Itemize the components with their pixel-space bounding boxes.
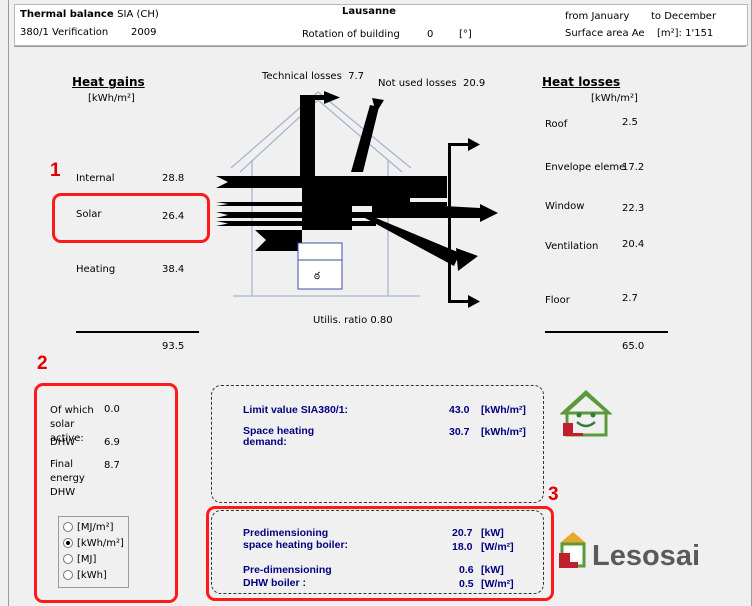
dhw-boiler-label-1: Pre-dimensioning [243,564,332,576]
limit-value: 43.0 [449,404,470,416]
radio-button[interactable] [63,570,73,580]
radio-button[interactable] [63,522,73,532]
radio-unit-kwh-m2[interactable]: [kWh/m²] [63,538,124,549]
radio-button[interactable] [63,554,73,564]
boiler-wm2-unit: [W/m²] [481,541,514,553]
boiler-kw-unit: [kW] [481,527,504,539]
radio-unit-mj-m2[interactable]: [MJ/m²] [63,522,114,533]
house-rating-icon [560,389,612,437]
boiler-wm2-value: 18.0 [452,541,473,553]
annotation-box-1 [52,193,210,243]
radio-unit-kwh[interactable]: [kWh] [63,570,107,581]
limit-unit: [kWh/m²] [481,404,526,416]
limit-label: Limit value SIA380/1: [243,404,349,416]
final-energy-label: Final energy DHW [50,459,85,498]
demand-unit: [kWh/m²] [481,426,526,438]
radio-button-selected[interactable] [63,538,73,548]
final-energy-value: 8.7 [104,460,120,471]
annotation-2: 2 [37,353,48,374]
dhw-kw-unit: [kW] [481,564,504,576]
dhw-label: DHW [50,437,76,448]
dhw-wm2-value: 0.5 [459,578,474,590]
dhw-value: 6.9 [104,437,120,448]
dhw-wm2-unit: [W/m²] [481,578,514,590]
dhw-boiler-label-2: DHW boiler : [243,577,306,589]
lesosai-logo-text: Lesosai [592,540,700,572]
boiler-kw-value: 20.7 [452,527,473,539]
svg-text:ఠ: ఠ [314,271,320,282]
solar-active-value: 0.0 [104,404,120,415]
radio-unit-mj[interactable]: [MJ] [63,554,96,565]
demand-value: 30.7 [449,426,470,438]
boiler-label-1: Predimensioning [243,527,329,539]
demand-label: Space heating demand: [243,425,315,448]
boiler-label-2: space heating boiler: [243,539,349,551]
boiler-icon: ఠ [297,242,343,290]
dhw-kw-value: 0.6 [459,564,474,576]
annotation-3: 3 [548,484,559,505]
annotation-1: 1 [50,160,61,181]
lesosai-logo-icon [559,532,586,568]
